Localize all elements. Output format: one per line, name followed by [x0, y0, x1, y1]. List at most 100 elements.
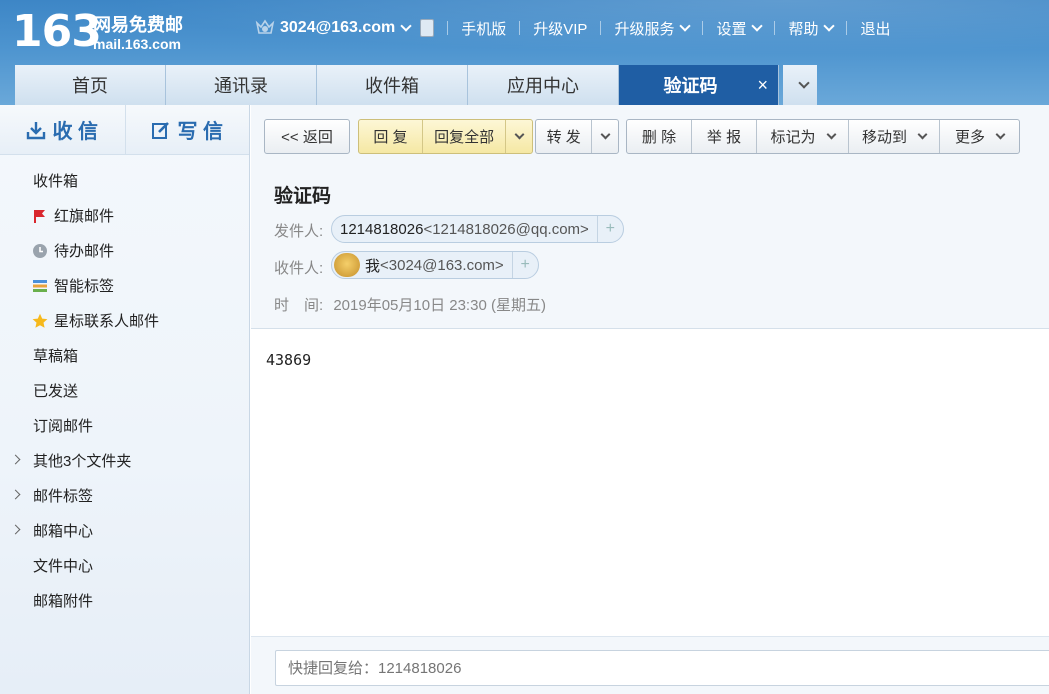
folder-file-center[interactable]: 文件中心: [0, 548, 249, 583]
mail-body: 43869: [266, 351, 312, 369]
folder-inbox[interactable]: 收件箱: [0, 163, 249, 198]
sidebar: 收 信 写 信 收件箱 红旗邮件 待办邮件 智能标签 星标联系人邮件 草稿箱 已…: [0, 105, 250, 694]
delete-button[interactable]: 删 除: [627, 120, 692, 153]
mail-toolbar: << 返回 回 复 回复全部 转 发 删 除 举 报 标记为 移动到 更多: [251, 105, 1049, 165]
folder-label: 订阅邮件: [33, 418, 94, 435]
folder-other-folders[interactable]: 其他3个文件夹: [0, 443, 249, 478]
reply-all-button[interactable]: 回复全部: [423, 120, 507, 153]
tab-current-mail[interactable]: 验证码 ×: [619, 65, 779, 105]
mail-header: 验证码 发件人: 1214818026 <1214818026@qq.com> …: [251, 165, 1049, 329]
help-link[interactable]: 帮助: [788, 18, 818, 39]
reply-button[interactable]: 回 复: [359, 120, 423, 153]
chevron-down-icon: [600, 129, 611, 140]
phone-icon[interactable]: [420, 19, 435, 37]
tab-bar: 首页 通讯录 收件箱 应用中心 验证码 ×: [15, 65, 817, 105]
folder-label: 星标联系人邮件: [54, 313, 160, 330]
chevron-down-icon: [797, 77, 810, 89]
close-icon[interactable]: ×: [757, 75, 768, 96]
folder-label: 文件中心: [33, 558, 94, 575]
time-label-text: 时 间:: [274, 297, 324, 314]
compose-bar: 收 信 写 信: [0, 105, 249, 155]
sender-chip[interactable]: 1214818026 <1214818026@qq.com> +: [331, 215, 624, 243]
folder-list: 收件箱 红旗邮件 待办邮件 智能标签 星标联系人邮件 草稿箱 已发送 订阅邮件 …: [0, 163, 249, 618]
red-flag-icon: [34, 209, 45, 223]
chevron-right-icon[interactable]: [10, 454, 21, 465]
chevron-down-icon[interactable]: [751, 20, 764, 32]
folder-label: 收件箱: [33, 173, 79, 190]
add-contact-icon[interactable]: +: [511, 252, 538, 278]
chevron-right-icon[interactable]: [10, 489, 21, 500]
upgrade-vip-link[interactable]: 升级VIP: [533, 18, 587, 39]
receive-label: 收 信: [52, 121, 99, 143]
folder-star-contacts[interactable]: 星标联系人邮件: [0, 303, 249, 338]
tab-more-button[interactable]: [783, 65, 817, 105]
folder-label: 草稿箱: [33, 348, 79, 365]
recipient-name: 我: [365, 257, 381, 275]
chevron-right-icon[interactable]: [10, 524, 21, 535]
avatar: [334, 253, 360, 277]
folder-smart-tags[interactable]: 智能标签: [0, 268, 249, 303]
logo-number[interactable]: 163: [12, 8, 102, 56]
forward-button[interactable]: 转 发: [536, 120, 593, 153]
folder-label: 已发送: [33, 383, 79, 400]
upgrade-service-link[interactable]: 升级服务: [614, 18, 674, 39]
folder-red-flag[interactable]: 红旗邮件: [0, 198, 249, 233]
back-button[interactable]: << 返回: [264, 119, 350, 154]
star-icon: [32, 313, 48, 328]
back-label: << 返回: [281, 129, 333, 146]
folder-mail-tags[interactable]: 邮件标签: [0, 478, 249, 513]
receive-button[interactable]: 收 信: [0, 105, 125, 154]
reply-dropdown[interactable]: [506, 120, 532, 153]
tab-app-center[interactable]: 应用中心: [468, 65, 619, 105]
chevron-down-icon[interactable]: [823, 20, 836, 32]
folder-label: 待办邮件: [54, 243, 115, 260]
recipient-chip[interactable]: 我 <3024@163.com> +: [331, 251, 539, 279]
folder-mailbox-center[interactable]: 邮箱中心: [0, 513, 249, 548]
add-contact-icon[interactable]: +: [596, 216, 623, 242]
user-crown-icon: [255, 19, 275, 34]
top-nav: 3024@163.com 手机版 升级VIP 升级服务 设置 帮助 退出: [254, 16, 891, 40]
tag-stripes-icon: [33, 279, 47, 292]
tab-home[interactable]: 首页: [15, 65, 166, 105]
chevron-down-icon[interactable]: [679, 20, 692, 32]
inbox-download-icon: [27, 121, 46, 139]
reply-group: 回 复 回复全部: [358, 119, 533, 154]
move-to-label: 移动到: [861, 129, 907, 146]
forward-dropdown[interactable]: [592, 120, 618, 153]
more-label: 更多: [954, 129, 985, 146]
folder-todo[interactable]: 待办邮件: [0, 233, 249, 268]
mobile-version-link[interactable]: 手机版: [461, 18, 506, 39]
account-chevron-down-icon[interactable]: [400, 20, 412, 32]
report-button[interactable]: 举 报: [692, 120, 757, 153]
tab-contacts[interactable]: 通讯录: [166, 65, 317, 105]
folder-attachments[interactable]: 邮箱附件: [0, 583, 249, 618]
time-label: 时 间: 2019年05月10日 23:30 (星期五): [274, 294, 546, 315]
recipient-address: <3024@163.com>: [380, 256, 504, 274]
account-name[interactable]: 3024@163.com: [280, 19, 395, 37]
chevron-down-icon: [826, 129, 836, 140]
mark-as-button[interactable]: 标记为: [757, 120, 849, 153]
folder-drafts[interactable]: 草稿箱: [0, 338, 249, 373]
logout-link[interactable]: 退出: [860, 18, 890, 39]
folder-sent[interactable]: 已发送: [0, 373, 249, 408]
logo-domain: mail.163.com: [93, 36, 181, 52]
quick-reply-input[interactable]: [275, 650, 1049, 686]
folder-label: 邮件标签: [33, 488, 94, 505]
settings-link[interactable]: 设置: [716, 18, 746, 39]
folder-label: 邮箱附件: [33, 593, 94, 610]
more-button[interactable]: 更多: [940, 120, 1019, 153]
tab-current-mail-label: 验证码: [663, 76, 718, 96]
move-to-button[interactable]: 移动到: [849, 120, 940, 153]
sender-name: 1214818026: [340, 220, 424, 238]
mail-subject: 验证码: [274, 186, 332, 207]
logo-title: 网易免费邮: [93, 15, 183, 35]
compose-label: 写 信: [177, 121, 224, 143]
chevron-down-icon: [514, 129, 525, 140]
forward-group: 转 发: [535, 119, 619, 154]
folder-label: 其他3个文件夹: [33, 453, 132, 470]
compose-button[interactable]: 写 信: [124, 105, 250, 154]
tab-inbox[interactable]: 收件箱: [317, 65, 468, 105]
folder-subscriptions[interactable]: 订阅邮件: [0, 408, 249, 443]
logo-text[interactable]: 网易免费邮 mail.163.com: [93, 14, 183, 52]
folder-label: 邮箱中心: [33, 523, 94, 540]
